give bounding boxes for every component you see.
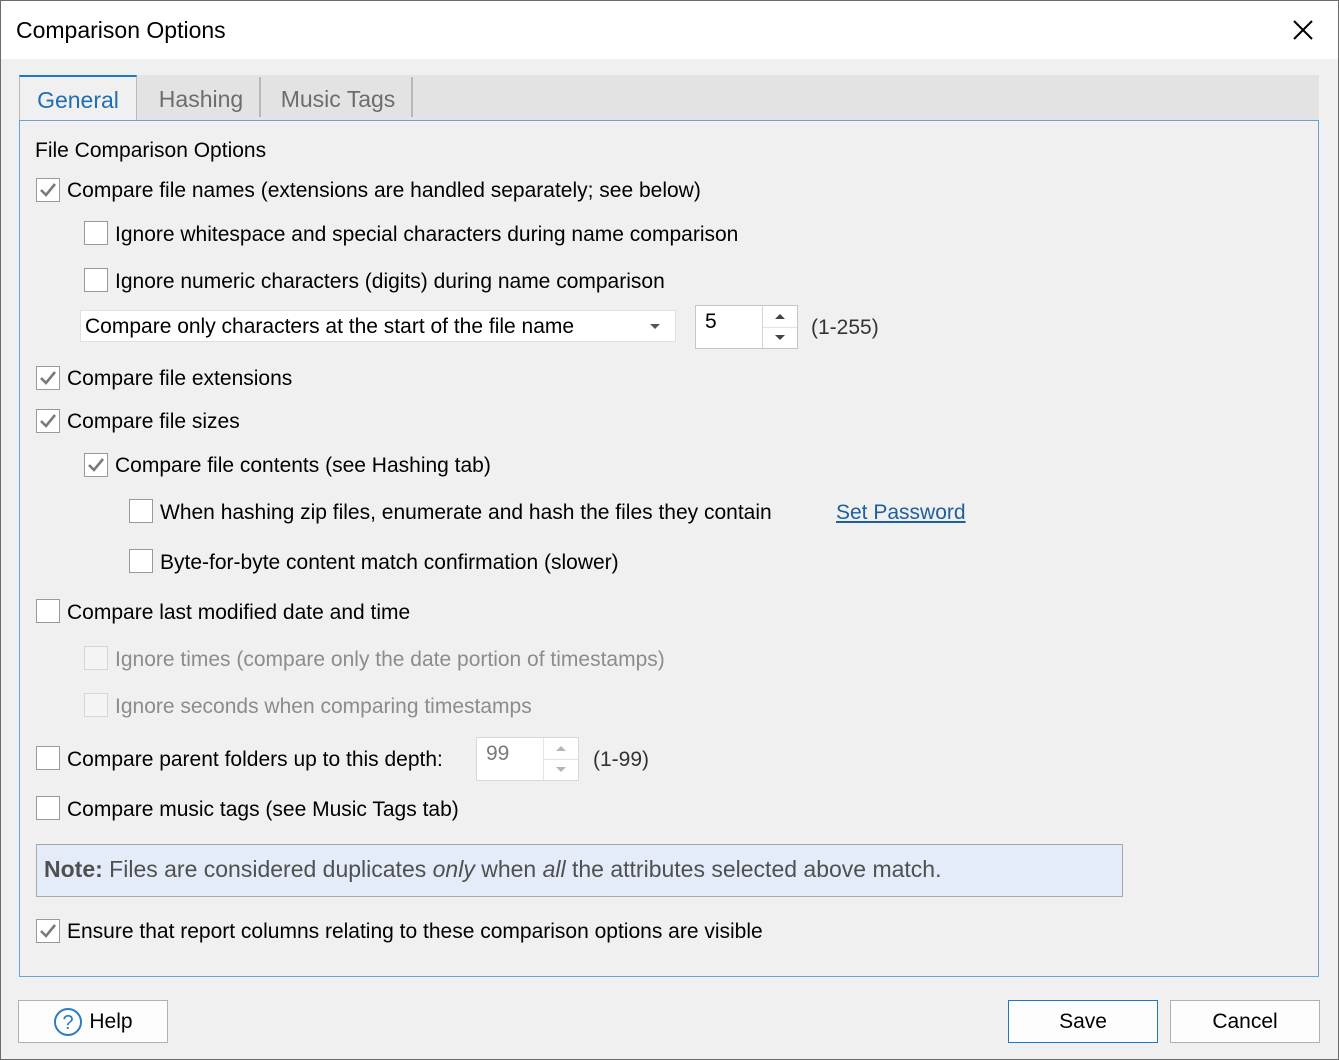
compare-modified-checkbox[interactable] [36,599,60,623]
svg-text:?: ? [63,1012,74,1034]
ensure-columns-label: Ensure that report columns relating to t… [67,920,763,943]
name-mode-dropdown[interactable]: Compare only characters at the start of … [80,310,676,342]
close-icon [1293,20,1313,40]
byte-match-label: Byte-for-byte content match confirmation… [160,551,619,574]
compare-sizes-checkbox[interactable] [36,409,60,433]
ignore-seconds-label: Ignore seconds when comparing timestamps [115,695,532,718]
tab-separator [411,77,413,117]
hash-zip-checkbox[interactable] [129,499,153,523]
help-label: Help [89,1009,133,1033]
compare-contents-checkbox[interactable] [84,453,108,477]
window-title: Comparison Options [16,17,226,43]
compare-sizes-label: Compare file sizes [67,410,240,433]
comparison-options-dialog: Comparison Options General Hashing Music… [0,0,1339,1060]
chevron-down-icon [650,324,660,329]
tab-general[interactable]: General [19,75,137,120]
note-bold: Note: [44,856,103,882]
set-password-link[interactable]: Set Password [836,501,966,525]
note-emphasis: only [432,856,475,882]
chevron-down-icon [775,335,785,340]
compare-modified-label: Compare last modified date and time [67,601,411,624]
tab-music-tags[interactable]: Music Tags [265,75,411,121]
compare-contents-label: Compare file contents (see Hashing tab) [115,454,491,477]
cancel-button[interactable]: Cancel [1170,1000,1320,1043]
compare-names-label: Compare file names (extensions are handl… [67,179,701,202]
note-part: when [474,856,543,882]
note-text: Note: Files are considered duplicates on… [44,856,942,883]
chevron-up-icon [556,746,566,751]
save-button[interactable]: Save [1008,1000,1158,1043]
ignore-whitespace-label: Ignore whitespace and special characters… [115,223,739,246]
chevron-up-icon [775,314,785,319]
tab-strip: General Hashing Music Tags [19,75,1319,121]
ignore-whitespace-checkbox[interactable] [84,221,108,245]
help-icon: ? [54,1007,83,1036]
chevron-down-icon [556,767,566,772]
title-bar: Comparison Options [1,1,1338,59]
compare-extensions-label: Compare file extensions [67,367,293,390]
note-part: Files are considered duplicates [102,856,433,882]
ignore-times-label: Ignore times (compare only the date port… [115,648,665,671]
stepper-buttons [762,306,797,348]
note-box: Note: Files are considered duplicates on… [36,844,1123,897]
compare-extensions-checkbox[interactable] [36,366,60,390]
ignore-numeric-checkbox[interactable] [84,268,108,292]
tab-hashing[interactable]: Hashing [143,75,259,121]
stepper-up-button[interactable] [763,306,797,328]
section-title: File Comparison Options [35,139,267,162]
ignore-numeric-label: Ignore numeric characters (digits) durin… [115,270,665,293]
checkmark-icon [40,183,57,197]
ensure-columns-checkbox[interactable] [36,919,60,943]
stepper-buttons [543,738,578,780]
help-button[interactable]: ? Help [18,1000,168,1043]
note-part: the attributes selected above match. [565,856,942,882]
compare-folders-label: Compare parent folders up to this depth: [67,748,443,771]
cancel-label: Cancel [1212,1009,1278,1033]
stepper-up-button[interactable] [544,738,578,760]
checkmark-icon [40,924,57,938]
folder-depth-value: 99 [486,742,510,765]
checkmark-icon [40,414,57,428]
compare-music-label: Compare music tags (see Music Tags tab) [67,798,459,821]
ignore-seconds-checkbox[interactable] [84,693,108,717]
hash-zip-label: When hashing zip files, enumerate and ha… [160,501,772,524]
compare-names-checkbox[interactable] [36,178,60,202]
byte-match-checkbox[interactable] [129,549,153,573]
checkmark-icon [88,458,105,472]
name-chars-stepper[interactable]: 5 [695,305,798,349]
name-chars-value: 5 [705,310,717,333]
name-chars-range: (1-255) [811,316,879,339]
close-button[interactable] [1268,1,1338,59]
checkmark-icon [40,371,57,385]
folder-depth-range: (1-99) [593,748,650,771]
compare-music-checkbox[interactable] [36,796,60,820]
ignore-times-checkbox[interactable] [84,646,108,670]
name-mode-value: Compare only characters at the start of … [85,315,575,338]
tab-separator [259,77,261,117]
compare-folders-checkbox[interactable] [36,746,60,770]
note-emphasis: all [542,856,566,882]
save-label: Save [1059,1009,1107,1033]
folder-depth-stepper[interactable]: 99 [476,737,579,781]
stepper-down-button[interactable] [763,327,797,348]
stepper-down-button[interactable] [544,759,578,780]
